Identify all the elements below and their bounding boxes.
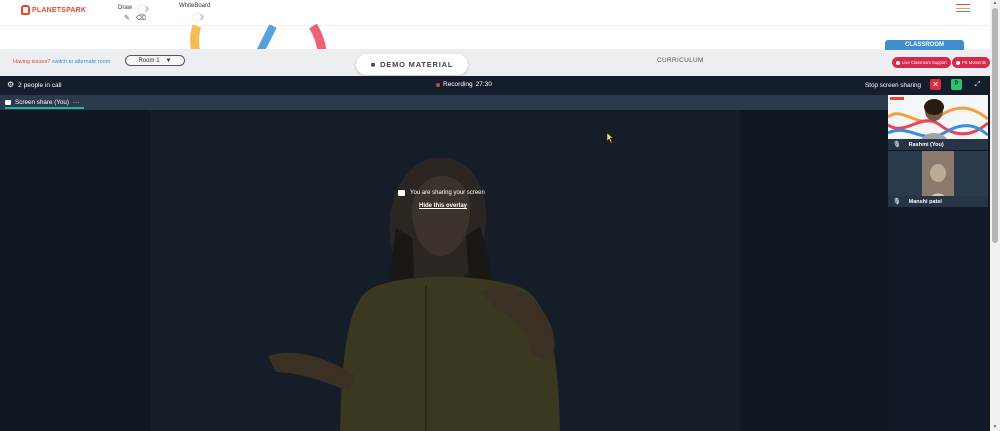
gear-icon[interactable]: ⚙ [7,81,14,89]
microphone-icon[interactable]: 🎙 [893,141,901,148]
issues-text: Having issues? [13,59,51,65]
logo-text: PLANETSPARK [32,6,87,14]
screen-share-tabbar: Screen share (You) ··· [0,95,888,110]
curriculum-tab[interactable]: CURRICULUM [657,57,704,64]
whiteboard-toggle[interactable] [193,13,204,21]
recording-time: 27:30 [475,81,492,88]
record-dot-icon [436,82,440,87]
participant-tile-rashmi[interactable]: 🎙 Rashmi (You) [888,95,988,150]
menu-icon[interactable] [956,4,970,12]
mouse-cursor-icon [607,133,614,143]
presenter-silhouette [150,110,740,431]
ps-moments-button[interactable]: PS Moments [952,57,990,68]
hide-overlay-link[interactable]: Hide this overlay [419,203,467,209]
alternate-room-link[interactable]: switch to alternate room [52,59,110,65]
stop-sharing-button[interactable]: Stop screen sharing [865,82,921,89]
eraser-icon[interactable]: ⌫ [136,14,146,22]
expand-icon[interactable]: ⤢ [972,79,983,90]
close-icon[interactable]: ✕ [930,79,941,90]
classroom-tab[interactable]: CLASSROOM [885,40,964,50]
room-select-value: Room 1 [138,57,160,64]
top-bar: PLANETSPARK Draw ✎ ⌫ WhiteBoard [0,0,990,26]
scroll-up-icon[interactable]: ▲ [992,0,998,6]
demo-material-label: DEMO MATERIAL [380,60,454,69]
scroll-down-icon[interactable]: ▼ [992,424,998,430]
draw-toggle[interactable] [138,5,149,13]
tab-screen-share[interactable]: Screen share (You) ··· [5,97,85,109]
more-icon[interactable]: ··· [73,99,79,106]
participant-name-bar: 🎙 Manshi patel [888,196,988,207]
whiteboard-label: WhiteBoard [179,3,211,9]
microphone-icon[interactable]: 🎙 [893,198,901,205]
video-call-area: ⚙ 2 people in call Recording 27:30 Stop … [0,76,990,431]
demo-material-button[interactable]: ■ DEMO MATERIAL [356,54,468,75]
support-icon [896,60,900,65]
draw-label: Draw [118,5,133,11]
live-support-button[interactable]: Live Classroom Support [892,57,951,68]
participant-name-bar: 🎙 Rashmi (You) [888,139,988,150]
participant-tile-manshi[interactable]: 🎙 Manshi patel [888,151,988,207]
recording-indicator: Recording 27:30 [436,81,492,88]
screen-icon [5,99,11,105]
shared-screen-video [150,110,740,431]
monitor-icon [398,190,405,196]
people-count-label: 2 people in call [18,81,62,89]
sharing-overlay: You are sharing your screen [398,190,485,196]
recording-label: Recording [443,81,473,88]
scroll-thumb[interactable] [992,8,998,243]
participant-name: Manshi patel [908,198,942,205]
logo-icon [21,5,30,15]
camera-icon [956,60,960,65]
planetspark-logo[interactable]: PLANETSPARK [21,3,86,17]
folder-icon: ■ [370,60,377,69]
screen-tab-label: Screen share (You) [15,98,70,106]
call-toolbar: ⚙ 2 people in call Recording 27:30 Stop … [0,76,990,95]
classroom-page: PLANETSPARK Draw ✎ ⌫ WhiteBoard Having i… [0,0,1000,431]
issues-notice: Having issues? switch to alternate room [13,59,110,65]
participant-name: Rashmi (You) [908,141,944,148]
live-support-label: Live Classroom Support [902,60,947,65]
people-count[interactable]: ⚙ 2 people in call [7,81,62,89]
participant-badge[interactable]: P [951,79,962,90]
room-bar: Having issues? switch to alternate room … [0,49,990,76]
ps-moments-label: PS Moments [962,60,986,65]
pencil-icon[interactable]: ✎ [124,14,130,22]
room-select[interactable]: Room 1 ▼ [125,55,185,66]
sharing-message: You are sharing your screen [410,190,485,196]
caret-down-icon: ▼ [165,57,172,64]
page-scrollbar[interactable]: ▲ ▼ [990,0,1000,431]
